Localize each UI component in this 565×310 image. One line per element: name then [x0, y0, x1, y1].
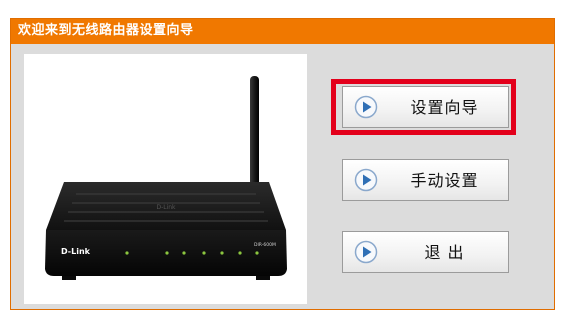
exit-label: 退 出 — [424, 243, 465, 262]
router-brand: D-Link — [61, 247, 91, 256]
manual-setup-button[interactable]: 手动设置 — [342, 159, 509, 201]
router-body: D-Link D-Link DIR-600M — [45, 182, 287, 280]
antenna — [247, 76, 262, 198]
router-model: DIR-600M — [254, 242, 276, 248]
router-illustration: D-Link D-Link DIR-600M — [45, 76, 287, 280]
router-image: D-Link D-Link DIR-600M — [24, 54, 307, 304]
title-bar: 欢迎来到无线路由器设置向导 — [11, 19, 554, 44]
setup-wizard-window: 欢迎来到无线路由器设置向导 D-Link D-Link DIR-600M 设置向… — [10, 18, 555, 310]
svg-text:D-Link: D-Link — [156, 204, 176, 211]
play-icon — [354, 168, 378, 192]
exit-button[interactable]: 退 出 — [342, 231, 509, 273]
play-icon — [354, 240, 378, 264]
highlight-box — [331, 79, 516, 135]
window-title: 欢迎来到无线路由器设置向导 — [18, 23, 194, 38]
manual-setup-label: 手动设置 — [410, 171, 479, 190]
